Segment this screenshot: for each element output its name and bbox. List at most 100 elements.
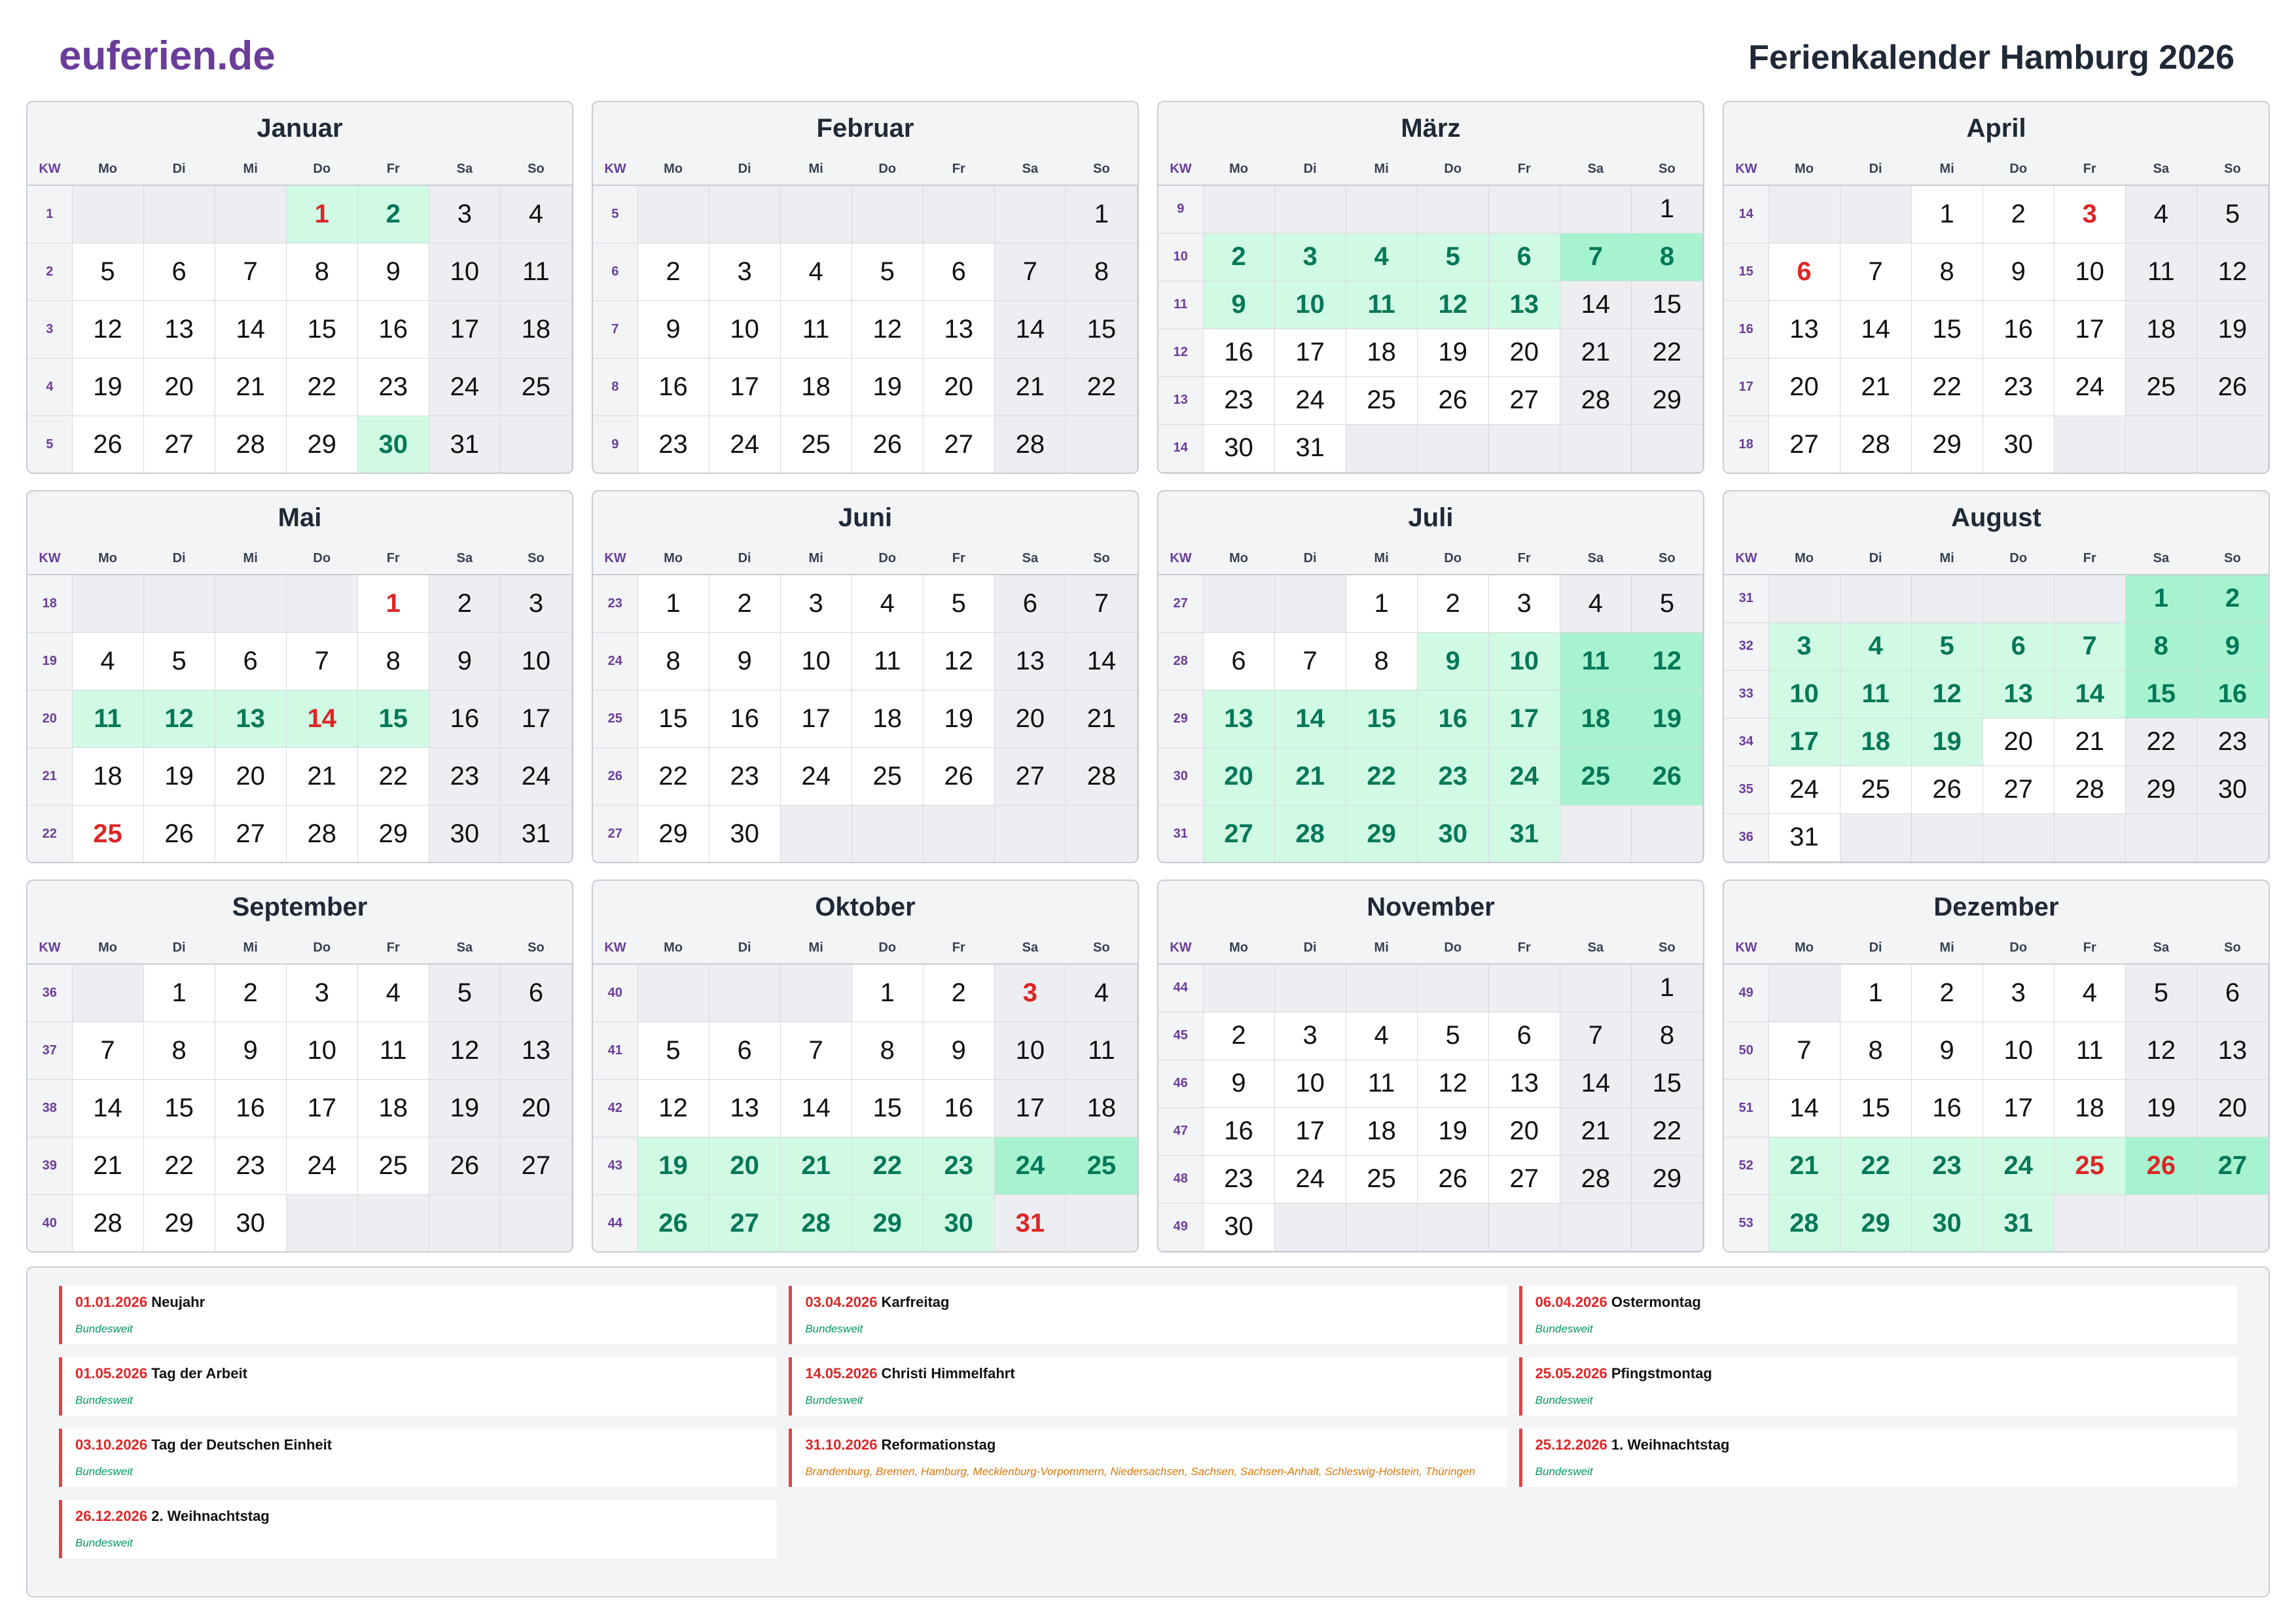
day-cell: 11 xyxy=(852,632,924,690)
weekday-header: So xyxy=(1631,932,1703,965)
day-cell: 22 xyxy=(2125,718,2197,766)
empty-cell xyxy=(1346,1203,1418,1251)
day-cell: 26 xyxy=(72,416,144,473)
holiday-region: Brandenburg, Bremen, Hamburg, Mecklenbur… xyxy=(805,1465,1475,1478)
school-holiday-cell: 7 xyxy=(2054,622,2126,671)
week-number: 40 xyxy=(593,964,638,1022)
holiday-entry: 25.12.2026 1. Weihnachtstag Bundesweit xyxy=(1518,1429,2237,1487)
week-row: 42 12 13 14 15 16 17 18 xyxy=(593,1079,1138,1137)
week-number: 17 xyxy=(1724,358,1769,416)
day-cell: 17 xyxy=(429,300,501,359)
week-row: 34 17 18 19 20 21 22 23 xyxy=(1724,718,2269,766)
day-cell: 13 xyxy=(2197,1022,2269,1080)
day-cell: 6 xyxy=(923,243,995,301)
month-name: Februar xyxy=(816,114,914,143)
holiday-name: Christi Himmelfahrt xyxy=(877,1365,1015,1382)
weekday-header: Do xyxy=(852,153,924,186)
day-cell: 15 xyxy=(1911,300,1983,359)
empty-cell xyxy=(1488,964,1560,1012)
holiday-entry: 14.05.2026 Christi Himmelfahrt Bundesweit xyxy=(789,1357,1507,1416)
day-cell: 20 xyxy=(500,1079,572,1137)
day-cell: 19 xyxy=(143,747,215,806)
day-cell: 14 xyxy=(1560,281,1632,329)
empty-cell xyxy=(637,185,709,243)
day-cell: 13 xyxy=(1488,1060,1560,1108)
day-cell: 4 xyxy=(357,964,429,1022)
weekday-header: Do xyxy=(852,543,924,575)
day-cell: 4 xyxy=(500,185,572,243)
day-cell: 18 xyxy=(852,690,924,748)
day-cell: 25 xyxy=(1346,1155,1418,1204)
week-number: 13 xyxy=(1158,376,1204,425)
weekday-header: Di xyxy=(143,932,215,965)
empty-cell xyxy=(2125,813,2197,862)
week-number-header: KW xyxy=(1158,932,1203,965)
day-cell: 5 xyxy=(637,1022,709,1080)
holiday-name: 1. Weihnachtstag xyxy=(1607,1436,1730,1453)
weekday-header: Mo xyxy=(1768,543,1840,575)
empty-cell xyxy=(357,1194,429,1251)
public-holiday-cell: 25 xyxy=(2054,1137,2126,1195)
week-number: 18 xyxy=(1724,416,1769,473)
week-number: 25 xyxy=(593,690,638,748)
day-cell: 6 xyxy=(1203,632,1275,690)
day-cell: 15 xyxy=(143,1079,215,1137)
holiday-date: 01.05.2026 xyxy=(75,1365,148,1382)
holiday-region: Bundesweit xyxy=(75,1537,133,1549)
month-table: KW Mo Di Mi Do Fr Sa So 40 1 2 3 4 41 5 6 7 8 9 10 11 42 12 13 1… xyxy=(593,932,1138,1251)
holiday-date: 14.05.2026 xyxy=(805,1365,878,1382)
weekday-header: Mi xyxy=(1346,543,1418,575)
day-cell: 19 xyxy=(1417,1107,1489,1156)
week-row: 40 1 2 3 4 xyxy=(593,964,1138,1022)
week-number: 26 xyxy=(593,747,638,806)
day-cell: 8 xyxy=(637,632,709,690)
month-table: KW Mo Di Mi Do Fr Sa So 23 1 2 3 4 5 6 7 24 8 9 10 11 12 13 14 2… xyxy=(593,543,1138,862)
brand-logo[interactable]: euferien.de xyxy=(59,33,276,79)
month-name: April xyxy=(1966,114,2026,143)
week-row: 14 30 31 xyxy=(1158,424,1703,473)
public-holiday-cell: 25 xyxy=(72,805,144,862)
day-cell: 18 xyxy=(500,300,572,359)
day-cell: 27 xyxy=(923,416,995,473)
day-cell: 15 xyxy=(1066,300,1138,359)
holiday-name: Reformationstag xyxy=(877,1436,996,1453)
week-number: 27 xyxy=(593,805,638,862)
week-number: 44 xyxy=(1158,964,1204,1012)
day-cell: 23 xyxy=(637,416,709,473)
day-cell: 19 xyxy=(852,358,924,416)
day-cell: 12 xyxy=(852,300,924,359)
day-cell: 5 xyxy=(429,964,501,1022)
day-cell: 31 xyxy=(1274,424,1346,473)
weekday-header: Do xyxy=(286,932,358,965)
day-cell: 7 xyxy=(994,243,1066,301)
week-number: 5 xyxy=(27,416,73,473)
school-holiday-cell: 9 xyxy=(1417,632,1489,690)
week-number-header: KW xyxy=(1724,543,1768,575)
day-cell: 18 xyxy=(1346,329,1418,377)
weekday-header: Fr xyxy=(1488,543,1560,575)
week-row: 7 9 10 11 12 13 14 15 xyxy=(593,300,1138,359)
weekday-header: Di xyxy=(143,543,215,575)
holiday-region: Bundesweit xyxy=(75,1465,133,1478)
day-cell: 26 xyxy=(1911,766,1983,814)
day-cell: 17 xyxy=(1274,1107,1346,1156)
day-cell: 17 xyxy=(2054,300,2126,359)
school-holiday-cell: 3 xyxy=(1274,233,1346,281)
day-cell: 22 xyxy=(1631,1107,1703,1156)
weekday-header: Sa xyxy=(1560,153,1632,186)
weekday-header: Mi xyxy=(1346,153,1418,186)
school-holiday-cell: 26 xyxy=(1631,747,1703,806)
school-holiday-cell: 29 xyxy=(852,1194,924,1251)
day-cell: 13 xyxy=(500,1022,572,1080)
day-cell: 7 xyxy=(780,1022,852,1080)
month-table: KW Mo Di Mi Do Fr Sa So 1 1 2 3 4 2 5 6 7 8 9 10 11 3 12 13 14 15… xyxy=(27,153,572,473)
day-cell: 5 xyxy=(1417,1012,1489,1060)
empty-cell xyxy=(2125,1194,2197,1251)
day-cell: 23 xyxy=(1982,358,2054,416)
day-cell: 26 xyxy=(923,747,995,806)
empty-cell xyxy=(1768,964,1840,1022)
weekday-header: Di xyxy=(709,543,781,575)
weekday-header: Mi xyxy=(215,153,287,186)
week-row: 9 23 24 25 26 27 28 xyxy=(593,416,1138,473)
school-holiday-cell: 4 xyxy=(1840,622,1912,671)
